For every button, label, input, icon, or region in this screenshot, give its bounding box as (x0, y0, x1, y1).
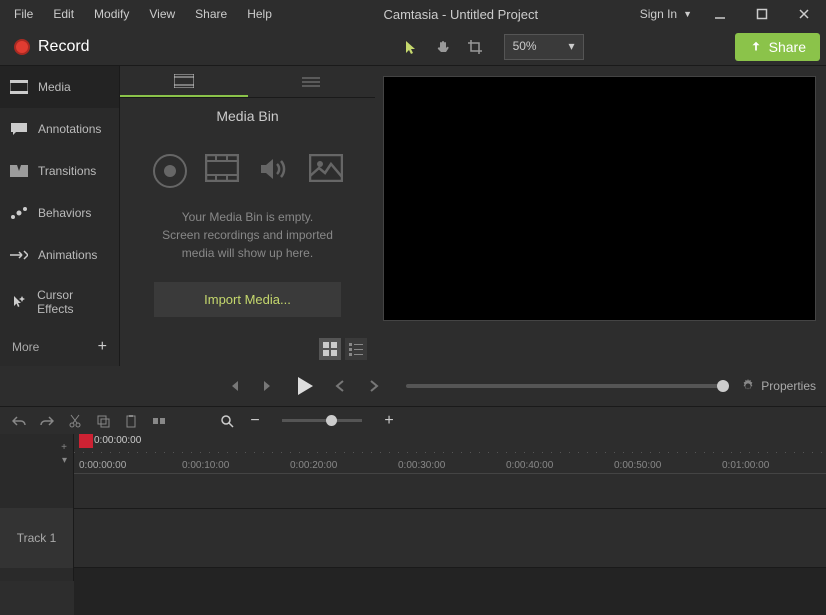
record-bin-icon (153, 154, 187, 188)
close-button[interactable] (790, 3, 818, 25)
media-bin-title: Media Bin (216, 108, 278, 124)
list-view-toggle[interactable] (345, 338, 367, 360)
menu-file[interactable]: File (4, 3, 43, 25)
sidebar: Media Annotations Transitions Behaviors … (0, 66, 120, 366)
sidebar-label: Media (38, 80, 71, 94)
signin-link[interactable]: Sign In▼ (640, 7, 692, 21)
share-button[interactable]: Share (735, 33, 820, 61)
ruler-tick: 0:00:40:00 (506, 460, 553, 471)
preview-area (375, 66, 826, 366)
ruler-tick: 0:00:20:00 (290, 460, 337, 471)
ruler-tick: 0:01:00:00 (722, 460, 769, 471)
scrub-bar[interactable] (406, 384, 723, 388)
timeline: + ▾ Track 1 0:00:00:00 0:00:00:00 0:00:1… (0, 434, 826, 581)
ruler-tick: 0:00:50:00 (614, 460, 661, 471)
sidebar-label: Animations (38, 248, 97, 262)
media-bin-empty-text: Your Media Bin is empty. Screen recordin… (162, 208, 333, 262)
add-track-button[interactable]: + (61, 442, 67, 453)
import-media-button[interactable]: Import Media... (154, 282, 341, 317)
copy-button[interactable] (94, 412, 112, 430)
more-button[interactable]: More (12, 340, 39, 354)
pointer-tool[interactable] (398, 34, 424, 60)
sidebar-item-annotations[interactable]: Annotations (0, 108, 119, 150)
menubar: File Edit Modify View Share Help Camtasi… (0, 0, 826, 28)
redo-button[interactable] (38, 412, 56, 430)
tracks-area[interactable] (74, 508, 826, 615)
scrub-handle[interactable] (717, 380, 729, 392)
preview-canvas[interactable] (383, 76, 816, 321)
prev-frame-button[interactable] (220, 372, 248, 400)
paste-button[interactable] (122, 412, 140, 430)
play-button[interactable] (288, 370, 320, 402)
media-panel: Media Bin Your Media Bin is empty. Scree… (120, 66, 375, 366)
split-button[interactable] (150, 412, 168, 430)
hand-tool[interactable] (430, 34, 456, 60)
grid-view-toggle[interactable] (319, 338, 341, 360)
animations-icon (10, 246, 28, 264)
record-button[interactable]: Record (6, 34, 98, 60)
sidebar-item-behaviors[interactable]: Behaviors (0, 192, 119, 234)
track-label[interactable]: Track 1 (0, 508, 73, 568)
clip-icon (174, 74, 194, 88)
zoom-in-button[interactable]: + (380, 412, 398, 430)
zoom-dropdown[interactable]: 50%▾ (504, 34, 584, 60)
menu-help[interactable]: Help (237, 3, 282, 25)
timeline-tools: − + (0, 406, 826, 434)
undo-button[interactable] (10, 412, 28, 430)
collapse-tracks-button[interactable]: ▾ (62, 455, 67, 466)
sidebar-item-cursor-effects[interactable]: Cursor Effects (0, 276, 119, 328)
panel-tab-library[interactable] (248, 66, 376, 97)
cursor-effects-icon (10, 293, 27, 311)
audio-bin-icon (257, 154, 291, 188)
add-button[interactable]: + (98, 338, 107, 356)
record-icon (14, 39, 30, 55)
video-bin-icon (205, 154, 239, 188)
media-icon (10, 78, 28, 96)
ruler-tick: 0:00:30:00 (398, 460, 445, 471)
list-small-icon (349, 342, 363, 356)
timeline-ruler[interactable]: 0:00:00:00 0:00:00:00 0:00:10:00 0:00:20… (74, 434, 826, 474)
sidebar-label: Transitions (38, 164, 96, 178)
sidebar-item-transitions[interactable]: Transitions (0, 150, 119, 192)
sidebar-label: Cursor Effects (37, 288, 109, 316)
gear-icon (741, 379, 755, 393)
track-row[interactable] (74, 508, 826, 568)
menu-edit[interactable]: Edit (43, 3, 84, 25)
properties-button[interactable]: Properties (741, 379, 816, 393)
zoom-slider-handle[interactable] (326, 415, 337, 426)
cut-button[interactable] (66, 412, 84, 430)
panel-tab-media[interactable] (120, 66, 248, 97)
sidebar-item-media[interactable]: Media (0, 66, 119, 108)
menu-modify[interactable]: Modify (84, 3, 139, 25)
playhead-time: 0:00:00:00 (94, 435, 141, 446)
menu-view[interactable]: View (139, 3, 185, 25)
prev-marker-button[interactable] (326, 372, 354, 400)
image-bin-icon (309, 154, 343, 188)
list-icon (302, 76, 320, 88)
maximize-button[interactable] (748, 3, 776, 25)
menu-share[interactable]: Share (185, 3, 237, 25)
annotations-icon (10, 120, 28, 138)
next-frame-button[interactable] (254, 372, 282, 400)
ruler-tick: 0:00:10:00 (182, 460, 229, 471)
playhead[interactable] (79, 434, 93, 448)
crop-tool[interactable] (462, 34, 488, 60)
window-title: Camtasia - Untitled Project (282, 7, 640, 22)
minimize-button[interactable] (706, 3, 734, 25)
ruler-start-time: 0:00:00:00 (79, 460, 126, 471)
playback-bar: Properties (0, 366, 826, 406)
grid-icon (323, 342, 337, 356)
sidebar-item-animations[interactable]: Animations (0, 234, 119, 276)
zoom-out-button[interactable]: − (246, 412, 264, 430)
behaviors-icon (10, 204, 28, 222)
toolbar: Record 50%▾ Share (0, 28, 826, 66)
transitions-icon (10, 162, 28, 180)
search-icon[interactable] (218, 412, 236, 430)
share-icon (749, 40, 763, 54)
next-marker-button[interactable] (360, 372, 388, 400)
sidebar-label: Annotations (38, 122, 101, 136)
zoom-slider[interactable] (282, 419, 362, 422)
sidebar-label: Behaviors (38, 206, 91, 220)
